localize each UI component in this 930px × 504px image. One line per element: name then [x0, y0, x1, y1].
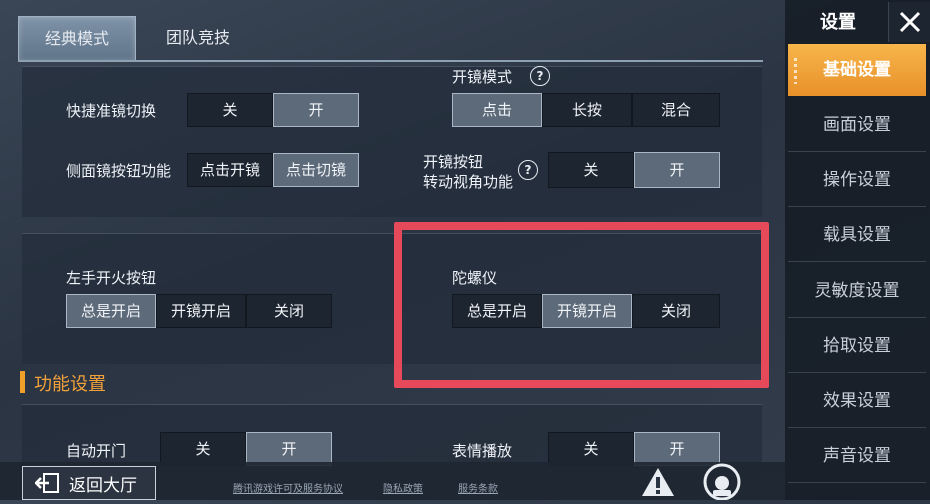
back-to-lobby-button[interactable]: 返回大厅 — [22, 466, 156, 500]
scope-rotate-off[interactable]: 关 — [548, 152, 634, 188]
sidebar-item-sensitivity[interactable]: 灵敏度设置 — [788, 265, 926, 318]
close-button[interactable] — [888, 2, 930, 42]
warning-icon[interactable] — [640, 466, 676, 502]
auto-door-on[interactable]: 开 — [246, 432, 332, 466]
emote-toggle: 关 开 — [548, 432, 720, 466]
emote-label: 表情播放 — [452, 442, 513, 460]
back-label: 返回大厅 — [69, 475, 137, 496]
sidebar-item-graphics[interactable]: 画面设置 — [788, 99, 926, 152]
side-scope-switch[interactable]: 点击切镜 — [273, 153, 359, 187]
quick-scope-off[interactable]: 关 — [187, 93, 273, 127]
scope-mode-tap[interactable]: 点击 — [452, 93, 542, 127]
scope-rotate-label-1: 开镜按钮 — [423, 153, 484, 171]
sidebar-item-vehicle[interactable]: 载具设置 — [788, 209, 926, 262]
scope-mode-label: 开镜模式 — [452, 68, 513, 86]
section-accent-bar — [20, 371, 25, 393]
quick-scope-toggle: 关 开 — [187, 93, 359, 127]
sidebar-item-basic[interactable]: 基础设置 — [788, 44, 926, 96]
exit-arrow-icon — [35, 473, 59, 493]
scope-rotate-toggle: 关 开 — [548, 152, 720, 188]
close-icon — [899, 11, 921, 33]
scope-rotate-on[interactable]: 开 — [634, 152, 720, 188]
emote-off[interactable]: 关 — [548, 432, 634, 466]
sidebar-item-pickup[interactable]: 拾取设置 — [788, 320, 926, 373]
quick-scope-label: 快捷准镜切换 — [66, 102, 157, 120]
service-agreement-link[interactable]: 腾讯游戏许可及服务协议 — [233, 480, 343, 495]
mode-tabs: 经典模式 团队竞技 — [18, 16, 256, 62]
question-circle-icon[interactable]: ? — [518, 160, 538, 180]
scope-settings-panel — [22, 66, 762, 217]
emote-on[interactable]: 开 — [634, 432, 720, 466]
grip-handle-icon — [794, 58, 797, 84]
auto-door-label: 自动开门 — [66, 442, 127, 460]
left-fire-label: 左手开火按钮 — [66, 269, 157, 287]
left-fire-always[interactable]: 总是开启 — [66, 294, 156, 328]
tab-classic[interactable]: 经典模式 — [18, 16, 137, 62]
left-fire-scoped[interactable]: 开镜开启 — [156, 294, 246, 328]
left-fire-off[interactable]: 关闭 — [246, 294, 332, 328]
side-scope-open[interactable]: 点击开镜 — [187, 153, 273, 187]
sidebar-item-sound[interactable]: 声音设置 — [788, 430, 926, 483]
scope-rotate-label-2: 转动视角功能 — [423, 173, 514, 191]
gyroscope-highlight-box — [394, 222, 769, 388]
section-title: 功能设置 — [34, 374, 106, 395]
side-scope-selector: 点击开镜 点击切镜 — [187, 153, 359, 187]
headset-icon[interactable] — [702, 462, 742, 504]
terms-link[interactable]: 服务条款 — [458, 480, 498, 495]
privacy-policy-link[interactable]: 隐私政策 — [383, 480, 423, 495]
side-scope-label: 侧面镜按钮功能 — [66, 162, 172, 180]
auto-door-off[interactable]: 关 — [160, 432, 246, 466]
auto-door-toggle: 关 开 — [160, 432, 332, 466]
left-fire-selector: 总是开启 开镜开启 关闭 — [66, 294, 332, 328]
tab-team[interactable]: 团队竞技 — [140, 16, 256, 60]
scope-mode-selector: 点击 长按 混合 — [452, 93, 720, 127]
scope-mode-mixed[interactable]: 混合 — [632, 93, 720, 127]
settings-title: 设置 — [820, 12, 856, 33]
sidebar-item-effects[interactable]: 效果设置 — [788, 375, 926, 428]
scope-mode-hold[interactable]: 长按 — [542, 93, 632, 127]
tab-underline — [18, 60, 763, 62]
question-circle-icon[interactable]: ? — [530, 66, 550, 86]
sidebar-item-controls[interactable]: 操作设置 — [788, 154, 926, 207]
quick-scope-on[interactable]: 开 — [273, 93, 359, 127]
